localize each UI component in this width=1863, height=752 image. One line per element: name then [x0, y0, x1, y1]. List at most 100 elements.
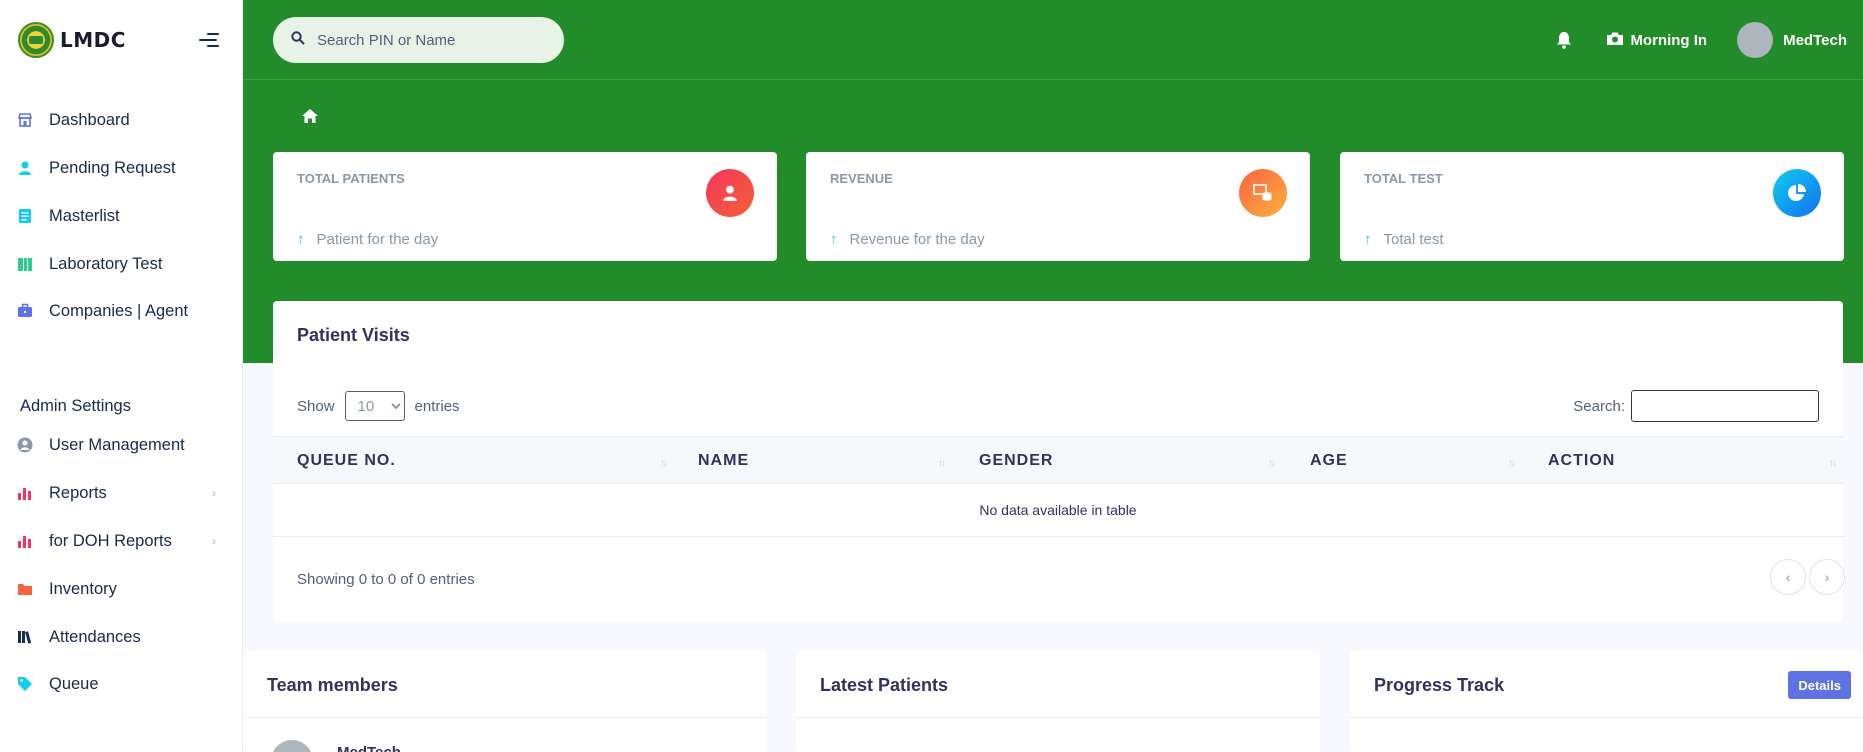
topbar: Morning In MedTech — [243, 0, 1863, 80]
user-name: MedTech — [1783, 31, 1847, 49]
sidebar-item-masterlist[interactable]: Masterlist — [0, 196, 242, 236]
bar-chart-icon — [17, 485, 33, 501]
card-title: Latest Patients — [820, 675, 949, 695]
sidebar-item-label: Companies | Agent — [49, 301, 189, 320]
stat-subtitle-row: ↑ Patient for the day — [297, 231, 438, 248]
bell-icon[interactable] — [1556, 31, 1572, 49]
briefcase-icon — [17, 303, 33, 319]
search-input[interactable] — [317, 31, 537, 49]
column-queue-no[interactable]: QUEUE NO. — [297, 437, 396, 485]
details-button[interactable]: Details — [1788, 671, 1851, 699]
latest-patients-card: Latest Patients — [796, 651, 1320, 752]
table-header: QUEUE NO. ↑↓ NAME ↑↓ GENDER ↑↓ AGE ↑↓ AC… — [273, 436, 1843, 484]
stat-card-total-patients: TOTAL PATIENTS ↑ Patient for the day — [273, 152, 777, 261]
divider — [243, 717, 767, 718]
table-search: Search: — [1573, 390, 1819, 422]
tag-icon — [17, 676, 33, 692]
stat-card-revenue: REVENUE ↑ Revenue for the day — [806, 152, 1310, 261]
sidebar-item-label: Pending Request — [49, 158, 176, 177]
sidebar-item-pending-request[interactable]: Pending Request — [0, 148, 242, 188]
avatar — [1737, 22, 1774, 58]
chevron-right-icon: › — [212, 486, 216, 500]
sidebar-item-label: User Management — [49, 435, 185, 454]
search-icon — [291, 30, 305, 50]
sidebar-item-companies-agent[interactable]: Companies | Agent — [0, 291, 242, 331]
table-search-label: Search: — [1573, 397, 1625, 415]
sidebar-item-inventory[interactable]: Inventory — [0, 569, 242, 609]
sidebar-item-doh-reports[interactable]: for DOH Reports › — [0, 521, 242, 561]
main-content: Morning In MedTech TOTAL PATIENTS ↑ Pati… — [243, 0, 1863, 752]
entries-control: Show 10 entries — [297, 391, 460, 421]
user-circle-icon — [17, 437, 33, 453]
sidebar-item-attendances[interactable]: Attendances — [0, 617, 242, 657]
sidebar-item-dashboard[interactable]: Dashboard — [0, 100, 242, 140]
books-icon — [17, 629, 33, 645]
divider — [796, 717, 1320, 718]
user-menu[interactable]: MedTech — [1737, 22, 1847, 58]
column-name[interactable]: NAME — [698, 437, 749, 485]
sidebar-item-label: Laboratory Test — [49, 254, 163, 273]
next-page-button[interactable]: › — [1809, 559, 1845, 595]
chevron-left-icon: ‹ — [1785, 569, 1791, 585]
progress-track-card: Progress Track Details — [1350, 651, 1863, 752]
stat-subtitle: Revenue for the day — [849, 231, 985, 248]
table-search-input[interactable] — [1631, 390, 1819, 422]
entries-label: entries — [414, 397, 460, 415]
brand[interactable]: LMDC — [18, 22, 126, 58]
time-in-label: Morning In — [1630, 31, 1708, 49]
sidebar-item-label: Dashboard — [49, 110, 130, 129]
sidebar-item-user-management[interactable]: User Management — [0, 425, 242, 465]
patient-visits-card: Patient Visits Show 10 entries Search: Q… — [273, 301, 1845, 621]
home-icon[interactable] — [301, 108, 319, 124]
sidebar-item-label: for DOH Reports — [49, 531, 172, 550]
sidebar-toggle-icon[interactable] — [199, 32, 219, 48]
camera-icon — [1606, 31, 1624, 50]
card-title: Progress Track — [1374, 675, 1505, 695]
pie-chart-icon — [1773, 169, 1821, 217]
sort-icon: ↑↓ — [938, 458, 946, 469]
stat-card-total-test: TOTAL TEST ↑ Total test — [1340, 152, 1844, 261]
list-icon — [17, 208, 33, 224]
flask-icon — [17, 256, 33, 272]
sidebar-item-queue[interactable]: Queue — [0, 664, 242, 704]
search-box[interactable] — [273, 17, 564, 63]
stat-title: TOTAL PATIENTS — [297, 171, 405, 186]
card-title: Patient Visits — [297, 325, 410, 345]
stat-title: TOTAL TEST — [1364, 171, 1443, 186]
stat-subtitle: Patient for the day — [316, 231, 439, 248]
sidebar-item-label: Queue — [49, 674, 99, 693]
sidebar-item-label: Masterlist — [49, 206, 120, 225]
member-name[interactable]: MedTech — [337, 744, 401, 752]
stat-subtitle-row: ↑ Total test — [1364, 231, 1444, 248]
brand-name: LMDC — [60, 28, 126, 52]
arrow-up-icon: ↑ — [830, 231, 838, 248]
sidebar-item-label: Attendances — [49, 627, 141, 646]
sort-icon: ↑↓ — [1829, 458, 1837, 469]
table-info: Showing 0 to 0 of 0 entries — [297, 571, 475, 588]
store-icon — [17, 112, 33, 128]
column-action[interactable]: ACTION — [1548, 437, 1615, 485]
bar-chart-icon — [17, 533, 33, 549]
team-members-card: Team members MedTech — [243, 651, 767, 752]
column-age[interactable]: AGE — [1310, 437, 1348, 485]
empty-table-message: No data available in table — [273, 484, 1843, 537]
sidebar-item-laboratory-test[interactable]: Laboratory Test — [0, 244, 242, 284]
sidebar-item-reports[interactable]: Reports › — [0, 473, 242, 513]
sort-icon: ↑↓ — [1508, 458, 1516, 469]
user-icon — [706, 169, 754, 217]
time-in-button[interactable]: Morning In — [1606, 31, 1707, 50]
sidebar-item-label: Reports — [49, 483, 107, 502]
arrow-up-icon: ↑ — [297, 231, 305, 248]
topbar-actions: Morning In MedTech — [1556, 20, 1847, 60]
show-label: Show — [297, 397, 335, 415]
lmdc-logo-icon — [18, 22, 54, 58]
admin-settings-heading: Admin Settings — [20, 397, 131, 415]
entries-select[interactable]: 10 — [344, 391, 405, 421]
previous-page-button[interactable]: ‹ — [1770, 559, 1806, 595]
arrow-up-icon: ↑ — [1364, 231, 1372, 248]
column-gender[interactable]: GENDER — [979, 437, 1053, 485]
chevron-right-icon: › — [212, 534, 216, 548]
divider — [1350, 717, 1863, 718]
sort-icon: ↑↓ — [660, 458, 668, 469]
card-title: Team members — [267, 675, 398, 695]
